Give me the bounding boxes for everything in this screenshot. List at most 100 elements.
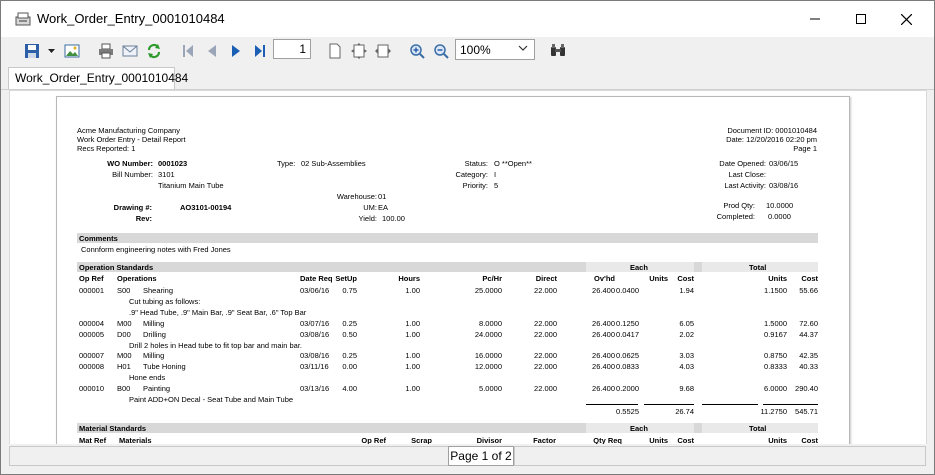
wo-number: 0001023	[158, 159, 188, 168]
find-button[interactable]	[547, 40, 569, 62]
refresh-icon	[147, 43, 161, 59]
operations-each-label: Each	[630, 263, 648, 272]
operation-note: Cut tubing as follows:	[129, 297, 201, 306]
operation-cell-direct: 22.000	[534, 362, 557, 371]
operation-cell-pchr: 8.0000	[479, 318, 502, 328]
minimize-button[interactable]	[792, 1, 838, 37]
operation-cell-pchr: 24.0000	[474, 329, 502, 339]
next-page-icon	[232, 45, 240, 57]
operation-cell-name: Shearing	[143, 286, 174, 295]
col-pc-hr: Pc/Hr	[482, 274, 502, 283]
operation-cell-hours: 1.00	[405, 383, 420, 393]
single-page-button[interactable]	[324, 40, 346, 62]
bill-description: Titanium Main Tube	[158, 181, 224, 190]
previous-page-icon	[208, 45, 216, 57]
operation-cell-setup: 0.75	[342, 286, 357, 295]
um: EA	[378, 203, 389, 212]
operation-cell-setup: 0.25	[342, 351, 357, 360]
operation-cell-ec: 9.68	[679, 383, 694, 393]
operation-cell-ec: 6.05	[679, 318, 694, 328]
report-viewport[interactable]: Acme Manufacturing Company Work Order En…	[9, 90, 927, 445]
bill-number: 3101	[158, 170, 175, 179]
total-cost-total: 545.71	[795, 407, 818, 416]
export-image-button[interactable]	[61, 40, 83, 62]
operation-cell-pchr: 5.0000	[479, 383, 502, 393]
operation-cell-ref: 000010	[79, 383, 105, 393]
category-value: I	[494, 170, 497, 179]
page-number-input[interactable]: 1	[273, 39, 311, 59]
tab-work-order-entry[interactable]: Work_Order_Entry_0001010484	[8, 67, 188, 89]
status-bar: Page 1 of 2	[1, 444, 934, 474]
email-button[interactable]	[119, 40, 141, 62]
col-units-total: Units	[768, 274, 787, 283]
refresh-button[interactable]	[143, 40, 165, 62]
type-label: Type:	[277, 159, 296, 168]
tab-strip: Work_Order_Entry_0001010484	[1, 65, 934, 90]
col-units-each: Units	[649, 274, 668, 283]
close-button[interactable]	[883, 1, 929, 37]
last-page-button[interactable]	[249, 40, 271, 62]
drawing-label: Drawing #:	[113, 203, 152, 212]
maximize-button[interactable]	[838, 1, 884, 37]
export-image-icon	[64, 44, 80, 58]
col-hours: Hours	[398, 274, 420, 283]
operations-header: Operation Standards	[79, 263, 154, 272]
recs-reported: Recs Reported: 1	[77, 144, 136, 153]
completed: 0.0000	[768, 212, 791, 221]
operation-cell-eu: 0.0625	[616, 351, 639, 360]
operation-cell-eu: 0.0400	[616, 286, 639, 295]
maximize-icon	[856, 14, 866, 24]
operation-cell-tc: 55.66	[799, 286, 818, 295]
app-icon	[15, 12, 31, 26]
save-button[interactable]	[21, 40, 43, 62]
operation-cell-tu: 0.9167	[764, 329, 787, 339]
drawing-number: AO3101-00194	[180, 203, 232, 212]
completed-label: Completed:	[716, 212, 755, 221]
single-page-icon	[329, 43, 341, 59]
yield: 100.00	[382, 214, 405, 223]
operation-cell-date: 03/06/16	[300, 286, 330, 295]
priority-label: Priority:	[462, 181, 488, 190]
email-icon	[122, 45, 138, 57]
operation-cell-ec: 4.03	[679, 362, 694, 371]
operation-cell-direct: 22.000	[534, 351, 557, 360]
operation-cell-name: Milling	[143, 351, 165, 360]
type-value: 02 Sub-Assemblies	[301, 159, 366, 168]
operation-cell-setup: 4.00	[342, 383, 357, 393]
save-dropdown-button[interactable]	[44, 40, 58, 62]
last-activity: 03/08/16	[769, 181, 799, 190]
operation-note: Drill 2 holes in Head tube to fit top ba…	[129, 340, 303, 350]
window-title: Work_Order_Entry_0001010484	[37, 11, 225, 26]
fit-width-button[interactable]	[372, 40, 394, 62]
total-rule	[586, 404, 638, 405]
operation-cell-tu: 1.1500	[764, 286, 787, 295]
zoom-value: 100%	[460, 43, 491, 57]
zoom-out-button[interactable]	[430, 40, 452, 62]
first-page-button[interactable]	[177, 40, 199, 62]
operation-cell-name: Milling	[143, 318, 165, 328]
materials-total-label: Total	[749, 424, 767, 433]
operation-note: Paint ADD+ON Decal - Seat Tube and Main …	[129, 394, 294, 404]
operation-cell-ref: 000001	[79, 286, 105, 295]
operation-cell-tu: 6.0000	[764, 383, 787, 393]
priority-value: 5	[494, 181, 499, 190]
operation-cell-hours: 1.00	[405, 286, 420, 295]
company-name: Acme Manufacturing Company	[77, 126, 180, 135]
operation-cell-tu: 0.8750	[764, 351, 787, 360]
operation-note: Hone ends	[129, 373, 166, 382]
next-page-button[interactable]	[225, 40, 247, 62]
operation-cell-ref: 000005	[79, 329, 105, 339]
save-dropdown-icon	[47, 48, 55, 53]
operation-cell-code: S00	[117, 286, 131, 295]
zoom-select[interactable]: 100%	[455, 39, 535, 60]
fit-width-icon	[375, 44, 391, 58]
previous-page-button[interactable]	[201, 40, 223, 62]
operation-cell-date: 03/07/16	[300, 318, 330, 328]
operation-cell-ref: 000007	[79, 351, 105, 360]
zoom-in-button[interactable]	[406, 40, 428, 62]
operation-cell-eu: 0.0833	[616, 362, 639, 371]
operation-cell-tu: 0.8333	[764, 362, 787, 371]
print-button[interactable]	[95, 40, 117, 62]
fit-page-button[interactable]	[348, 40, 370, 62]
operation-cell-setup: 0.00	[342, 362, 357, 371]
